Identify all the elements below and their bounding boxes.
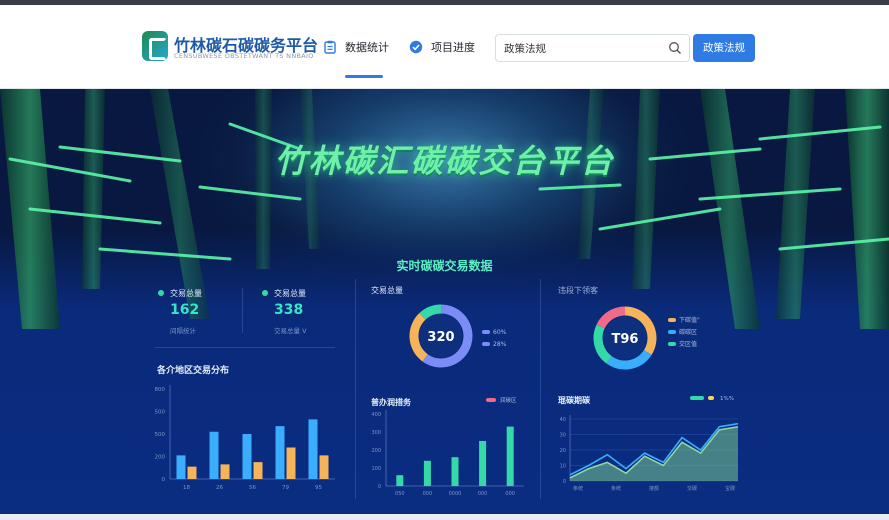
site-logo[interactable]: 竹林碳石碳碳务平台 CENSUBWESE OBSTETWANT TS NNBAI… (142, 31, 318, 67)
x-tick-label: 条统 (573, 485, 583, 492)
y-tick-label: 300 (371, 430, 381, 436)
legend-label: 60% (493, 329, 507, 336)
logo-subtitle: CENSUBWESE OBSTETWANT TS NNBAIO (174, 52, 314, 60)
x-tick-label: 交碳 (687, 485, 697, 492)
x-tick-label: 95 (315, 485, 322, 491)
y-tick-label: 800 (155, 387, 166, 393)
nav-label-project-progress: 项目进度 (431, 41, 475, 54)
x-tick-label: 宝碳 (725, 485, 735, 492)
donut-center-label: T96 (612, 332, 639, 347)
bar (242, 434, 252, 479)
bottom-strip (0, 514, 889, 520)
x-tick-label: 0000 (449, 491, 462, 497)
site-header: 竹林碳石碳碳务平台 CENSUBWESE OBSTETWANT TS NNBAI… (0, 5, 889, 89)
x-tick-label: 050 (395, 491, 405, 497)
y-tick-label: 0 (378, 484, 381, 490)
legend-swatch (668, 318, 676, 322)
y-tick-label: 200 (371, 448, 381, 454)
nav-label-data-stats: 数据统计 (345, 41, 389, 54)
hero-dashboard: 竹林碳汇碳碳交台平台 实时碳碳交易数据 交易总量 162 间隔统计 交易总量 3… (0, 89, 889, 514)
bar (479, 441, 487, 486)
legend-swatch (668, 342, 676, 346)
y-tick-label: 500 (155, 410, 166, 416)
y-tick-label: 400 (371, 412, 381, 418)
y-tick-label: 30 (560, 433, 566, 439)
legend-swatch (482, 330, 490, 334)
legend-swatch (690, 396, 704, 400)
bar (220, 464, 230, 479)
y-tick-label: 200 (155, 455, 166, 461)
nav-active-indicator (345, 75, 383, 78)
bar (286, 447, 296, 479)
bar (209, 431, 219, 479)
check-badge-icon (409, 40, 423, 54)
x-tick-label: 26 (216, 485, 223, 491)
search-icon[interactable] (668, 41, 682, 55)
nav-item-project-progress[interactable]: 项目进度 (409, 39, 475, 59)
bar (275, 426, 285, 479)
x-tick-label: 000 (423, 491, 433, 497)
search-box (495, 34, 690, 62)
bar (396, 475, 404, 486)
policy-search-button[interactable]: 政策法规 (693, 34, 755, 62)
bar (319, 455, 329, 479)
y-tick-label: 20 (560, 448, 566, 454)
bar (506, 426, 514, 486)
legend-label: 碳碳区 (679, 328, 697, 336)
legend-label: 1%% (720, 396, 734, 402)
x-tick-label: 000 (478, 491, 488, 497)
legend-label: 润碳区 (500, 396, 517, 404)
y-tick-label: 100 (371, 466, 381, 472)
y-tick-label: 40 (560, 417, 566, 423)
legend-label: 下碳值" (679, 316, 700, 324)
x-tick-label: 79 (282, 485, 289, 491)
y-tick-label: 500 (155, 432, 166, 438)
x-tick-label: 18 (183, 485, 190, 491)
bar (176, 455, 186, 479)
nav-item-data-stats[interactable]: 数据统计 (323, 39, 389, 59)
legend-swatch (708, 396, 714, 400)
bar (451, 457, 459, 486)
x-tick-label: 接额 (649, 485, 659, 492)
x-tick-label: 000 (505, 491, 515, 497)
legend-label: 交区值 (679, 340, 697, 348)
y-tick-label: 0 (162, 477, 166, 483)
donut-center-label: 320 (427, 330, 454, 345)
y-tick-label: 10 (560, 464, 566, 470)
legend-swatch (668, 330, 676, 334)
dashboard-charts: 020050050080018 26 56 79 95320 60%28% T96下碳值"碳… (155, 304, 739, 497)
x-tick-label: 56 (249, 485, 256, 491)
bar (308, 419, 318, 479)
search-input[interactable] (504, 39, 664, 57)
legend-swatch (486, 398, 496, 402)
legend-swatch (482, 342, 490, 346)
bar (187, 466, 197, 479)
logo-mark-icon (142, 31, 168, 61)
y-tick-label: 0 (563, 479, 566, 485)
clipboard-icon (324, 40, 336, 54)
bar (423, 460, 431, 486)
legend-label: 28% (493, 341, 507, 348)
bar (253, 462, 263, 479)
x-tick-label: 条统 (611, 485, 621, 492)
